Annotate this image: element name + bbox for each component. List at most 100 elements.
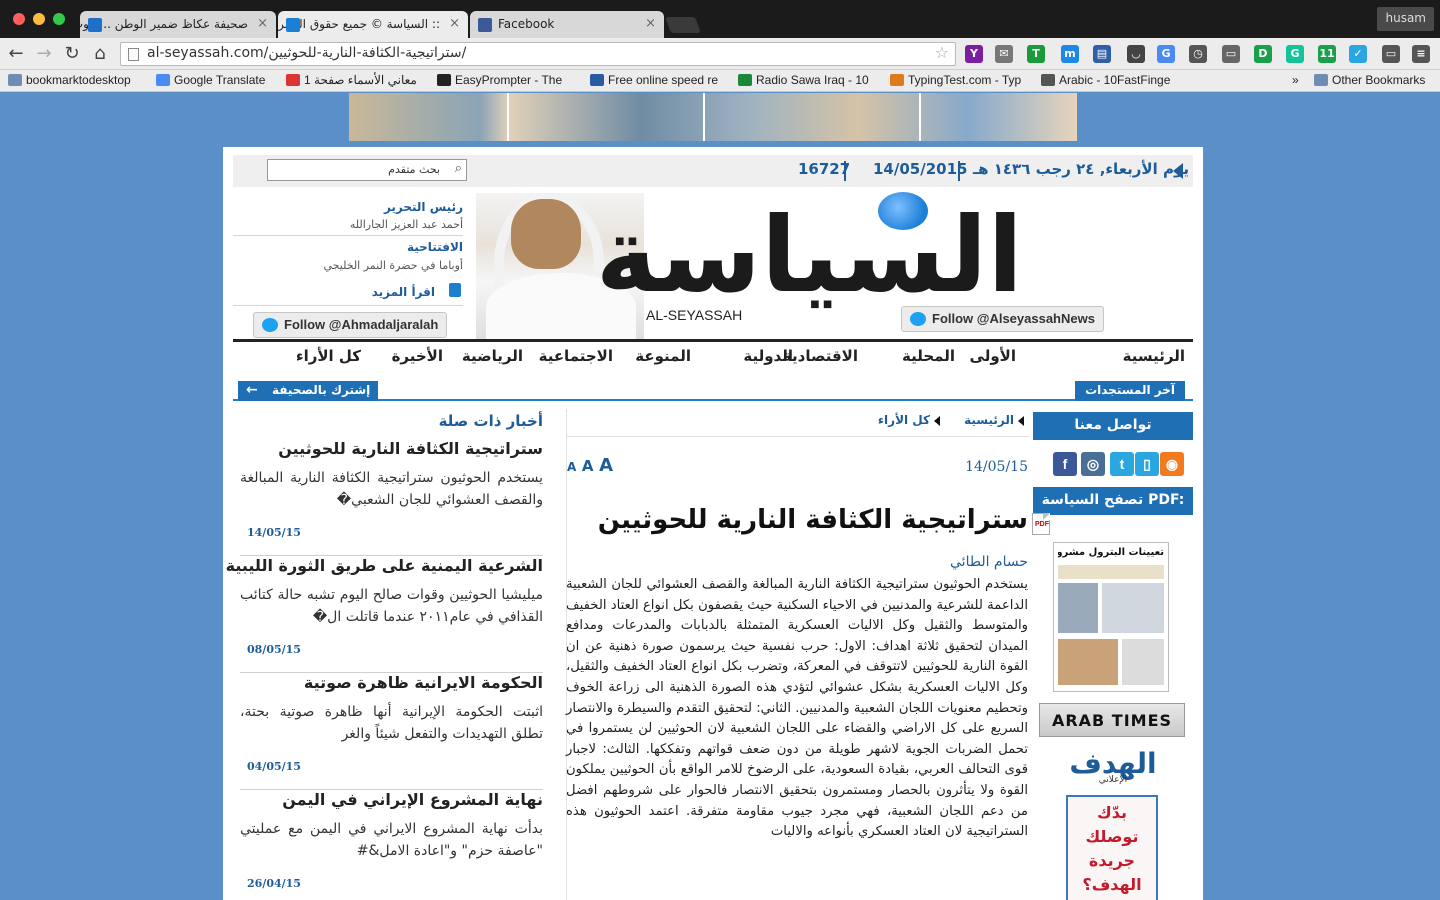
back-arrow-icon[interactable]: ←: [5, 43, 27, 65]
close-tab-icon[interactable]: ×: [257, 16, 268, 31]
tab-title: :: السياسة © جميع حقوق النشر محفوظة: [278, 17, 440, 31]
page-icon: [128, 48, 139, 61]
nav-last[interactable]: الأخيرة: [392, 347, 443, 365]
tab-alseyassah[interactable]: :: السياسة © جميع حقوق النشر محفوظة ×: [278, 11, 468, 38]
folder-icon: [1314, 74, 1328, 86]
breadcrumb-home[interactable]: الرئيسية: [964, 413, 1014, 427]
search-icon[interactable]: ⌕: [455, 161, 462, 176]
ep-icon: [437, 74, 451, 86]
font-medium-button[interactable]: A: [582, 457, 594, 475]
other-bookmarks-folder[interactable]: Other Bookmarks: [1314, 73, 1425, 87]
reload-icon[interactable]: ↻: [61, 43, 83, 65]
bookmark-item[interactable]: TypingTest.com - Typ: [890, 73, 1021, 87]
editor-name[interactable]: أحمد عبد العزيز الجارالله: [350, 218, 463, 231]
bookmark-item[interactable]: معاني الأسماء صفحة 1: [286, 73, 417, 87]
yahoo-icon[interactable]: Y: [965, 45, 983, 63]
arab-times-link[interactable]: ARAB TIMES: [1039, 703, 1185, 737]
facebook-icon[interactable]: f: [1053, 452, 1077, 476]
font-large-button[interactable]: A: [599, 455, 613, 476]
cast-icon[interactable]: ▭: [1222, 45, 1240, 63]
messenger-icon[interactable]: m: [1061, 45, 1079, 63]
translate-icon[interactable]: T: [1027, 45, 1045, 63]
mobile-icon[interactable]: ▯: [1135, 452, 1159, 476]
bookmark-item[interactable]: Free online speed re: [590, 73, 718, 87]
chart-icon[interactable]: ▤: [1093, 45, 1111, 63]
latest-news-label[interactable]: آخر المستجدات: [1075, 381, 1185, 401]
related-title[interactable]: الحكومة الايرانية ظاهرة صوتية: [304, 673, 543, 692]
new-tab-button[interactable]: [665, 17, 701, 33]
nav-home[interactable]: الرئيسية: [1123, 347, 1185, 365]
circle-d-icon[interactable]: D: [1254, 45, 1272, 63]
zoom-window-icon[interactable]: [53, 13, 65, 25]
breadcrumb-opinions[interactable]: كل الأراء: [878, 413, 930, 427]
screen-icon[interactable]: ▭: [1382, 45, 1400, 63]
related-title[interactable]: نهاية المشروع الإيراني في اليمن: [282, 790, 543, 809]
google-translate-icon[interactable]: G: [1157, 45, 1175, 63]
rss-icon[interactable]: ◉: [1160, 452, 1184, 476]
bookmark-item[interactable]: EasyPrompter - The: [437, 73, 562, 87]
menu-icon[interactable]: ≡: [1412, 45, 1430, 63]
pocket-icon[interactable]: ◡: [1127, 45, 1145, 63]
masthead-logo[interactable]: السياسة: [596, 185, 1025, 325]
article-author[interactable]: حسام الطائي: [950, 554, 1028, 570]
nav-misc[interactable]: المنوعة: [635, 347, 691, 365]
nav-economy[interactable]: الاقتصادية: [783, 347, 858, 365]
related-item[interactable]: الشرعية اليمنية على طريق الثورة الليبية …: [226, 556, 543, 673]
mail-icon[interactable]: ✉: [995, 45, 1013, 63]
nav-sports[interactable]: الرياضية: [462, 347, 523, 365]
advanced-search-input[interactable]: بحث متقدم ⌕: [267, 159, 467, 181]
close-window-icon[interactable]: [13, 13, 25, 25]
page-scrollbar[interactable]: [1428, 92, 1440, 900]
search-placeholder: بحث متقدم: [388, 163, 440, 176]
instagram-icon[interactable]: ◎: [1081, 452, 1105, 476]
forward-arrow-icon[interactable]: →: [33, 43, 55, 65]
related-item[interactable]: الحكومة الايرانية ظاهرة صوتية اثبتت الحك…: [240, 673, 543, 790]
bookmark-item[interactable]: Arabic - 10FastFinge: [1041, 73, 1170, 87]
check-icon[interactable]: ✓: [1349, 45, 1367, 63]
radio-icon: [738, 74, 752, 86]
related-item[interactable]: نهاية المشروع الإيراني في اليمن بدأت نها…: [240, 790, 543, 900]
read-more-link[interactable]: اقرأ المزيد: [372, 285, 435, 299]
editorial-title[interactable]: أوباما في حضرة النمر الخليجي: [323, 259, 463, 272]
related-item[interactable]: ستراتيجية الكثافة النارية للحوثيين يستخد…: [240, 439, 543, 556]
related-snippet: بدأت نهاية المشروع الايراني في اليمن مع …: [240, 821, 543, 859]
address-bar[interactable]: al-seyassah.com/ستراتيجية-الكثافة-الناري…: [120, 42, 956, 66]
related-title[interactable]: الشرعية اليمنية على طريق الثورة الليبية: [226, 556, 543, 575]
nav-all-opinions[interactable]: كل الأراء: [296, 347, 361, 365]
bookmark-item[interactable]: Radio Sawa Iraq - 10: [738, 73, 869, 87]
twitter-icon[interactable]: t: [1110, 452, 1134, 476]
home-icon[interactable]: ⌂: [89, 43, 111, 65]
nav-social[interactable]: الاجتماعية: [539, 347, 613, 365]
bookmarks-overflow-button[interactable]: »: [1292, 73, 1299, 87]
pdf-browse-heading[interactable]: تصفح السياسة PDF:: [1033, 487, 1193, 515]
badge-icon[interactable]: 11: [1318, 45, 1336, 63]
alhadaf-ad[interactable]: بدّك توصلك جريدة الهدف؟: [1066, 795, 1158, 900]
bookmark-item[interactable]: bookmarktodesktop: [8, 73, 131, 87]
page-icon: [286, 74, 300, 86]
close-tab-icon[interactable]: ×: [645, 16, 656, 31]
related-title[interactable]: ستراتيجية الكثافة النارية للحوثيين: [278, 439, 543, 458]
bookmark-item[interactable]: Google Translate: [156, 73, 265, 87]
tab-facebook[interactable]: Facebook ×: [470, 11, 664, 38]
profile-button[interactable]: husam: [1377, 7, 1434, 31]
clock-icon[interactable]: ◷: [1189, 45, 1207, 63]
follow-paper-button[interactable]: Follow @AlseyassahNews: [901, 306, 1104, 332]
tab-title: Facebook: [498, 17, 555, 31]
google-translate-icon: [156, 74, 170, 86]
nav-international[interactable]: الدولية: [743, 347, 793, 365]
font-small-button[interactable]: A: [567, 460, 576, 474]
pdf-icon[interactable]: PDF: [1032, 513, 1050, 535]
top-ad-banner[interactable]: [349, 93, 1077, 141]
tab-okaz[interactable]: صحيفة عكاظ ضمير الوطن .. صوت ×: [80, 11, 276, 38]
nav-local[interactable]: المحلية: [902, 347, 955, 365]
grammarly-icon[interactable]: G: [1286, 45, 1304, 63]
close-tab-icon[interactable]: ×: [449, 16, 460, 31]
nav-first[interactable]: الأولى: [970, 347, 1016, 365]
follow-editor-button[interactable]: Follow @Ahmadaljaralah: [253, 312, 448, 338]
breadcrumb-arrow-icon: [934, 416, 940, 426]
pdf-thumbnail[interactable]: تعيينات البترول مشروع أزمة سياسية: [1053, 542, 1169, 692]
minimize-window-icon[interactable]: [33, 13, 45, 25]
editorial-label[interactable]: الافتتاحية: [407, 240, 463, 254]
subscribe-button[interactable]: ← إشترك بالصحيفة: [238, 381, 379, 401]
bookmark-star-icon[interactable]: ☆: [935, 43, 949, 62]
